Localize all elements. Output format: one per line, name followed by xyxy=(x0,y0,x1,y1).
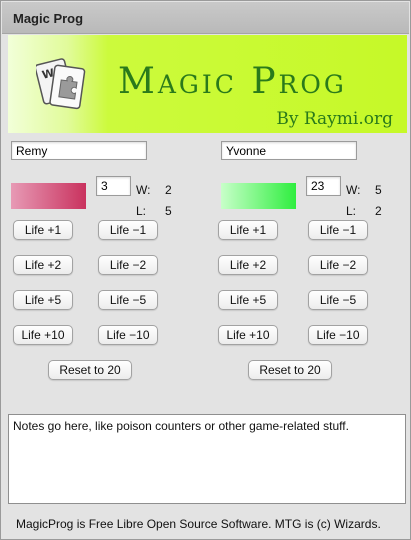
app-banner: W Magic Prog By Raymi.org xyxy=(8,35,407,133)
player1-life-minus2-button[interactable]: Life −2 xyxy=(98,255,158,275)
footer-text: MagicProg is Free Libre Open Source Soft… xyxy=(16,517,381,531)
player2-life-minus10-button[interactable]: Life −10 xyxy=(308,325,368,345)
player2-color-swatch xyxy=(221,183,296,209)
player2-reset-button[interactable]: Reset to 20 xyxy=(248,360,332,380)
player2-losses-value: 2 xyxy=(375,204,382,218)
player1-life-plus1-button[interactable]: Life +1 xyxy=(13,220,73,240)
magic-cards-puzzle-logo-icon: W xyxy=(36,58,86,110)
player1-reset-button[interactable]: Reset to 20 xyxy=(48,360,132,380)
player1-life-input[interactable] xyxy=(96,176,131,196)
player1-losses-value: 5 xyxy=(165,204,172,218)
title-bar[interactable]: Magic Prog xyxy=(2,2,409,34)
player2-wins-label: W: xyxy=(346,183,361,197)
player1-losses-label: L: xyxy=(136,204,147,218)
player2-life-plus1-button[interactable]: Life +1 xyxy=(218,220,278,240)
player2-life-plus2-button[interactable]: Life +2 xyxy=(218,255,278,275)
player1-wins-value: 2 xyxy=(165,183,172,197)
player2-life-minus5-button[interactable]: Life −5 xyxy=(308,290,368,310)
player1-wins-label: W: xyxy=(136,183,151,197)
player2-losses-label: L: xyxy=(346,204,357,218)
byline-link[interactable]: By Raymi.org xyxy=(276,109,393,129)
player2-life-minus1-button[interactable]: Life −1 xyxy=(308,220,368,240)
player1-life-minus5-button[interactable]: Life −5 xyxy=(98,290,158,310)
player2-wins-value: 5 xyxy=(375,183,382,197)
player2-life-plus10-button[interactable]: Life +10 xyxy=(218,325,278,345)
player1-name-input[interactable] xyxy=(11,141,147,160)
app-name-heading: Magic Prog xyxy=(118,61,347,102)
app-window: Magic Prog W Magic Prog By Raymi.org W: … xyxy=(0,0,411,540)
player1-life-plus5-button[interactable]: Life +5 xyxy=(13,290,73,310)
player2-life-input[interactable] xyxy=(306,176,341,196)
player1-life-plus10-button[interactable]: Life +10 xyxy=(13,325,73,345)
player1-life-minus1-button[interactable]: Life −1 xyxy=(98,220,158,240)
player2-life-minus2-button[interactable]: Life −2 xyxy=(308,255,368,275)
player1-life-plus2-button[interactable]: Life +2 xyxy=(13,255,73,275)
player1-life-minus10-button[interactable]: Life −10 xyxy=(98,325,158,345)
notes-textarea[interactable]: Notes go here, like poison counters or o… xyxy=(8,414,406,504)
player2-life-plus5-button[interactable]: Life +5 xyxy=(218,290,278,310)
player1-color-swatch xyxy=(11,183,86,209)
player2-name-input[interactable] xyxy=(221,141,357,160)
window-title: Magic Prog xyxy=(13,11,84,26)
